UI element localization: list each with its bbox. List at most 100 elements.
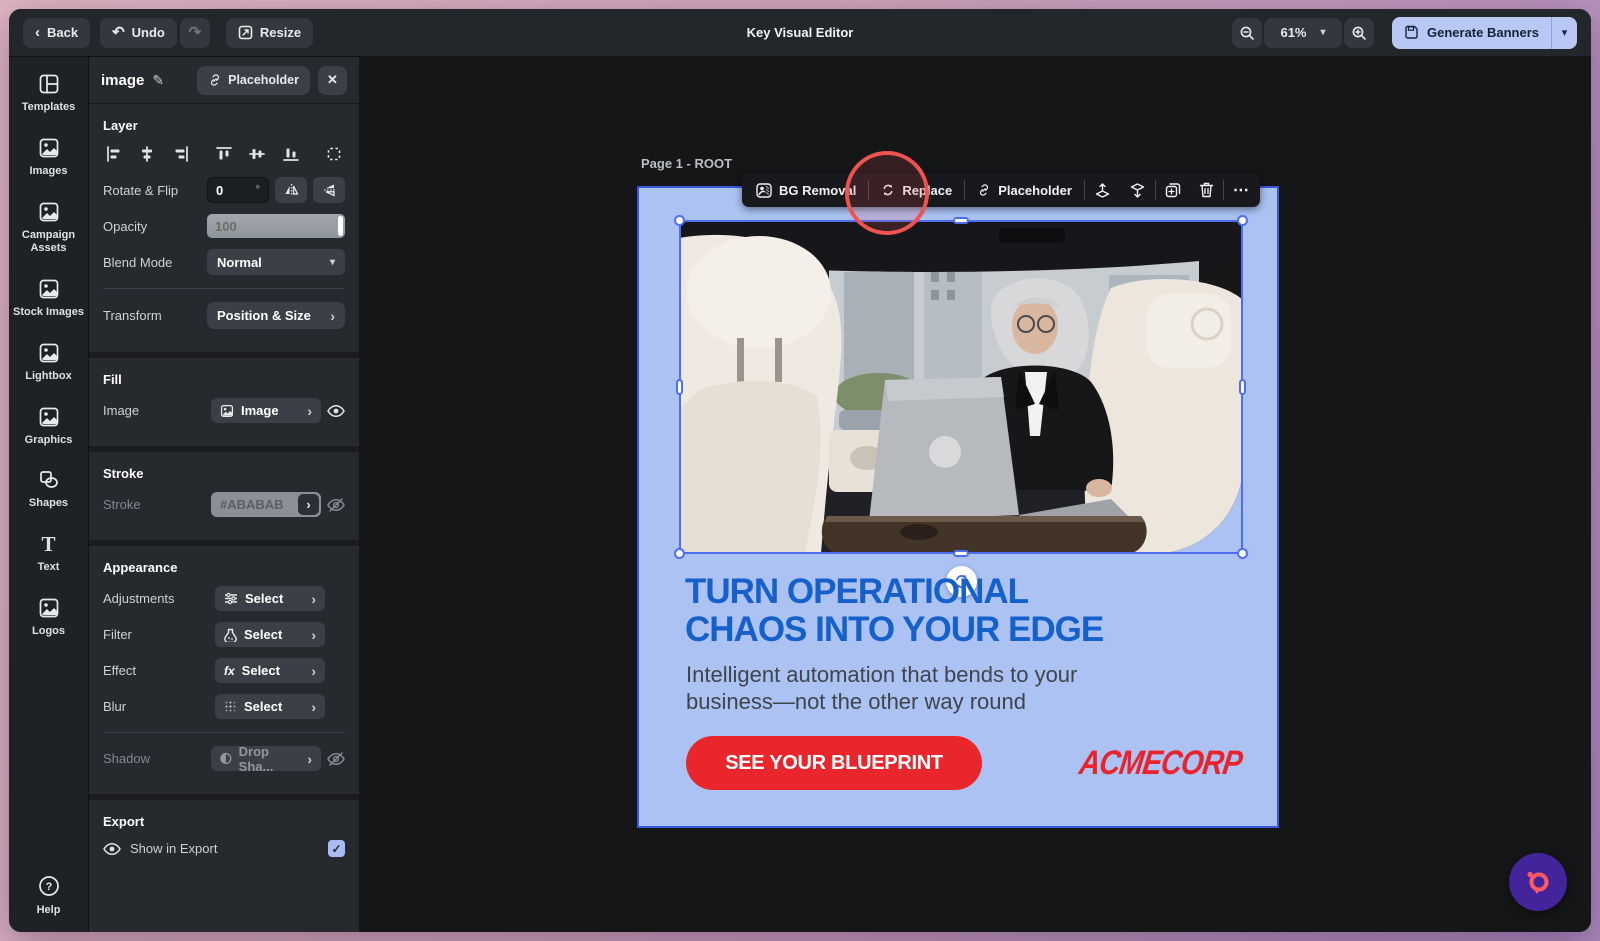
blur-select-button[interactable]: Select › — [215, 694, 325, 719]
image-icon — [39, 598, 58, 618]
flip-vertical-button[interactable] — [313, 177, 345, 203]
fill-image-button[interactable]: Image › — [211, 398, 321, 423]
undo-redo-group: ↶ Undo ↷ — [100, 17, 210, 48]
canvas[interactable]: Page 1 - ROOT TURN OPERATIONAL CHAOS INT… — [359, 57, 1591, 932]
caret-down-icon: ▾ — [1561, 27, 1568, 39]
filter-select-button[interactable]: Select › — [215, 622, 325, 647]
adjustments-icon — [225, 592, 237, 605]
show-in-export-checkbox[interactable]: ✓ — [328, 840, 345, 857]
check-icon: ✓ — [331, 841, 342, 856]
toolbar-placeholder-button[interactable]: Placeholder — [965, 173, 1084, 207]
adjustments-select-button[interactable]: Select › — [215, 586, 325, 611]
opacity-value: 100 — [215, 218, 237, 234]
filter-value: Select — [244, 627, 283, 642]
zoom-controls: 61% ▾ — [1232, 17, 1374, 48]
back-button[interactable]: ‹ Back — [23, 17, 91, 48]
resize-label: Resize — [259, 25, 302, 40]
selection-handle-top-left[interactable] — [674, 215, 685, 226]
fill-visibility-toggle[interactable] — [327, 404, 345, 418]
sidebar-item-shapes[interactable]: Shapes — [11, 469, 87, 511]
align-top-icon[interactable] — [215, 145, 233, 163]
stroke-color-field[interactable]: #ABABAB › — [211, 492, 321, 517]
sidebar-item-label: Lightbox — [25, 369, 72, 382]
align-center-vertical-icon[interactable] — [248, 145, 266, 163]
send-backward-button[interactable] — [1120, 173, 1155, 207]
banner-photo[interactable] — [679, 220, 1243, 554]
selection-handle-bottom-right[interactable] — [1237, 548, 1248, 559]
image-icon — [220, 404, 234, 417]
fill-heading: Fill — [103, 372, 122, 387]
selection-handle-mid-bottom[interactable] — [953, 550, 969, 557]
flip-horizontal-button[interactable] — [275, 177, 307, 203]
zoom-in-button[interactable] — [1344, 17, 1374, 48]
delete-button[interactable] — [1190, 173, 1223, 207]
zoom-level-dropdown[interactable]: 61% ▾ — [1264, 17, 1342, 48]
generate-banners-button[interactable]: Generate Banners — [1392, 16, 1551, 49]
chevron-right-icon: › — [298, 494, 319, 515]
sidebar-item-templates[interactable]: Templates — [11, 73, 87, 115]
sidebar-item-stock-images[interactable]: Stock Images — [11, 278, 87, 320]
stroke-section: Stroke Stroke #ABABAB › — [89, 446, 359, 540]
banner-headline[interactable]: TURN OPERATIONAL CHAOS INTO YOUR EDGE — [685, 573, 1104, 649]
resize-button[interactable]: Resize — [225, 17, 314, 48]
shadow-select-button[interactable]: Drop Sha... › — [211, 744, 321, 774]
assistant-button[interactable] — [1509, 853, 1567, 911]
blend-mode-select[interactable]: Normal ▾ — [207, 249, 345, 275]
transform-value: Position & Size — [217, 308, 311, 323]
sidebar-item-help[interactable]: ? Help — [11, 874, 87, 918]
close-icon: ✕ — [327, 72, 338, 87]
filter-label: Filter — [103, 627, 132, 642]
selection-handle-top-right[interactable] — [1237, 215, 1248, 226]
sidebar-item-campaign-assets[interactable]: Campaign Assets — [11, 201, 87, 257]
opacity-slider[interactable]: 100 — [207, 214, 345, 238]
sidebar-item-images[interactable]: Images — [11, 137, 87, 179]
redo-button[interactable]: ↷ — [179, 17, 210, 48]
placeholder-button[interactable]: Placeholder — [197, 65, 310, 95]
rotation-input[interactable]: 0 ° — [207, 177, 269, 203]
generate-banners-label: Generate Banners — [1427, 25, 1539, 40]
banner-cta-button[interactable]: SEE YOUR BLUEPRINT — [686, 736, 982, 790]
brand-logo[interactable]: ACMECORP — [1076, 744, 1244, 783]
stroke-visibility-toggle[interactable] — [327, 497, 345, 513]
sidebar-item-text[interactable]: T Text — [11, 533, 87, 575]
zoom-out-button[interactable] — [1232, 17, 1262, 48]
degree-unit: ° — [255, 184, 260, 196]
adjustments-label: Adjustments — [103, 591, 175, 606]
sidebar-item-lightbox[interactable]: Lightbox — [11, 342, 87, 384]
bg-removal-button[interactable]: BG Removal — [744, 173, 868, 207]
undo-button[interactable]: ↶ Undo — [100, 17, 177, 48]
align-bottom-icon[interactable] — [282, 145, 300, 163]
banner-subtext[interactable]: Intelligent automation that bends to you… — [686, 661, 1077, 715]
duplicate-button[interactable] — [1156, 173, 1190, 207]
selection-handle-bottom-left[interactable] — [674, 548, 685, 559]
opacity-slider-handle[interactable] — [338, 216, 343, 236]
sidebar-item-logos[interactable]: Logos — [11, 597, 87, 639]
position-size-button[interactable]: Position & Size › — [207, 302, 345, 329]
align-right-icon[interactable] — [172, 145, 190, 163]
generate-banners-caret[interactable]: ▾ — [1551, 16, 1577, 49]
align-left-icon[interactable] — [105, 145, 123, 163]
undo-label: Undo — [131, 25, 165, 40]
align-center-horizontal-icon[interactable] — [138, 145, 156, 163]
close-panel-button[interactable]: ✕ — [318, 65, 347, 95]
replace-button[interactable]: Replace — [869, 173, 964, 207]
link-icon — [980, 184, 989, 196]
topbar: ‹ Back ↶ Undo ↷ Resize Key Visual Editor — [9, 9, 1591, 57]
more-options-button[interactable]: ⋯ — [1224, 173, 1258, 207]
page-frame-label[interactable]: Page 1 - ROOT — [641, 156, 732, 171]
transform-label: Transform — [103, 308, 162, 323]
shadow-visibility-toggle[interactable] — [327, 751, 345, 767]
selection-handle-mid-left[interactable] — [676, 379, 683, 395]
templates-icon — [39, 74, 58, 94]
sidebar-item-graphics[interactable]: Graphics — [11, 406, 87, 448]
subtext-line-2: business—not the other way round — [686, 689, 1026, 714]
rename-icon[interactable]: ✎ — [152, 72, 164, 89]
effect-select-button[interactable]: fx Select › — [215, 658, 325, 683]
bring-forward-button[interactable] — [1085, 173, 1120, 207]
layer-name: image — [101, 71, 145, 89]
banner-artboard[interactable]: TURN OPERATIONAL CHAOS INTO YOUR EDGE In… — [637, 186, 1279, 828]
tidy-frame-icon[interactable] — [325, 145, 343, 163]
selection-handle-mid-top[interactable] — [953, 217, 969, 224]
selection-handle-mid-right[interactable] — [1239, 379, 1246, 395]
flip-vertical-icon — [323, 184, 335, 197]
